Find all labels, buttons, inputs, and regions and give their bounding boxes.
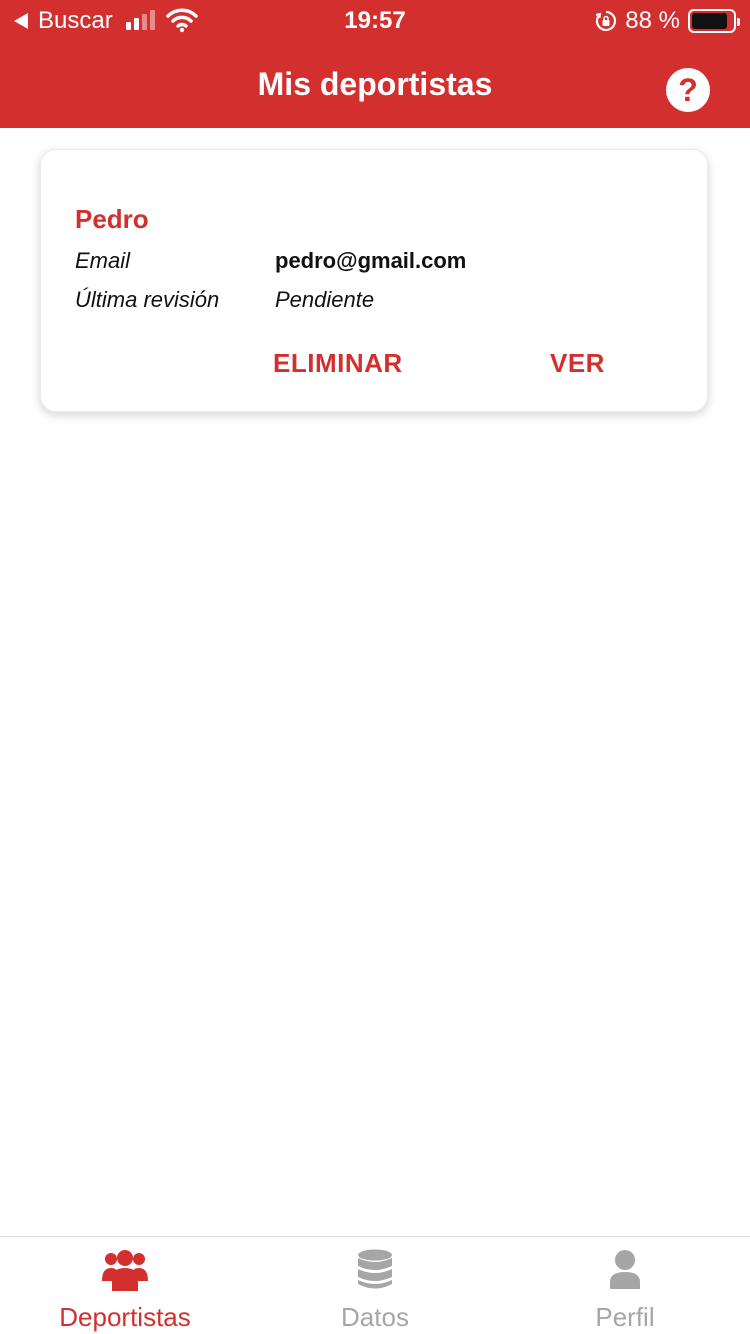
status-right: 88 % (595, 7, 740, 35)
screen: Buscar 19:57 88 % Mis deportistas ? Pedr… (0, 0, 750, 1334)
status-bar: Buscar 19:57 88 % (0, 0, 750, 42)
athlete-card: Pedro Email pedro@gmail.com Última revis… (40, 149, 708, 412)
email-value: pedro@gmail.com (275, 248, 467, 273)
header: Buscar 19:57 88 % Mis deportistas ? (0, 0, 750, 128)
view-button[interactable]: VER (550, 346, 605, 380)
tab-bar: Deportistas Datos Perfil (0, 1236, 750, 1334)
last-review-label: Última revisión (75, 287, 220, 312)
tab-deportistas[interactable]: Deportistas (0, 1237, 250, 1334)
user-icon (610, 1250, 640, 1289)
last-review-value: Pendiente (275, 287, 375, 312)
tab-datos[interactable]: Datos (250, 1237, 500, 1334)
tab-perfil[interactable]: Perfil (500, 1237, 750, 1334)
page-title: Mis deportistas (257, 66, 493, 102)
question-circle-icon: ? (678, 72, 698, 108)
users-icon (102, 1250, 148, 1291)
delete-button[interactable]: ELIMINAR (273, 346, 403, 380)
battery-percent: 88 % (625, 7, 680, 34)
rotation-lock-icon (596, 10, 617, 32)
battery-icon (688, 9, 740, 33)
athlete-name: Pedro (75, 204, 149, 234)
tab-label-deportistas: Deportistas (59, 1302, 191, 1332)
database-icon (358, 1249, 392, 1289)
help-button[interactable]: ? (666, 68, 710, 112)
email-label: Email (75, 248, 131, 273)
tab-label-perfil: Perfil (595, 1302, 655, 1332)
tab-label-datos: Datos (341, 1302, 409, 1332)
